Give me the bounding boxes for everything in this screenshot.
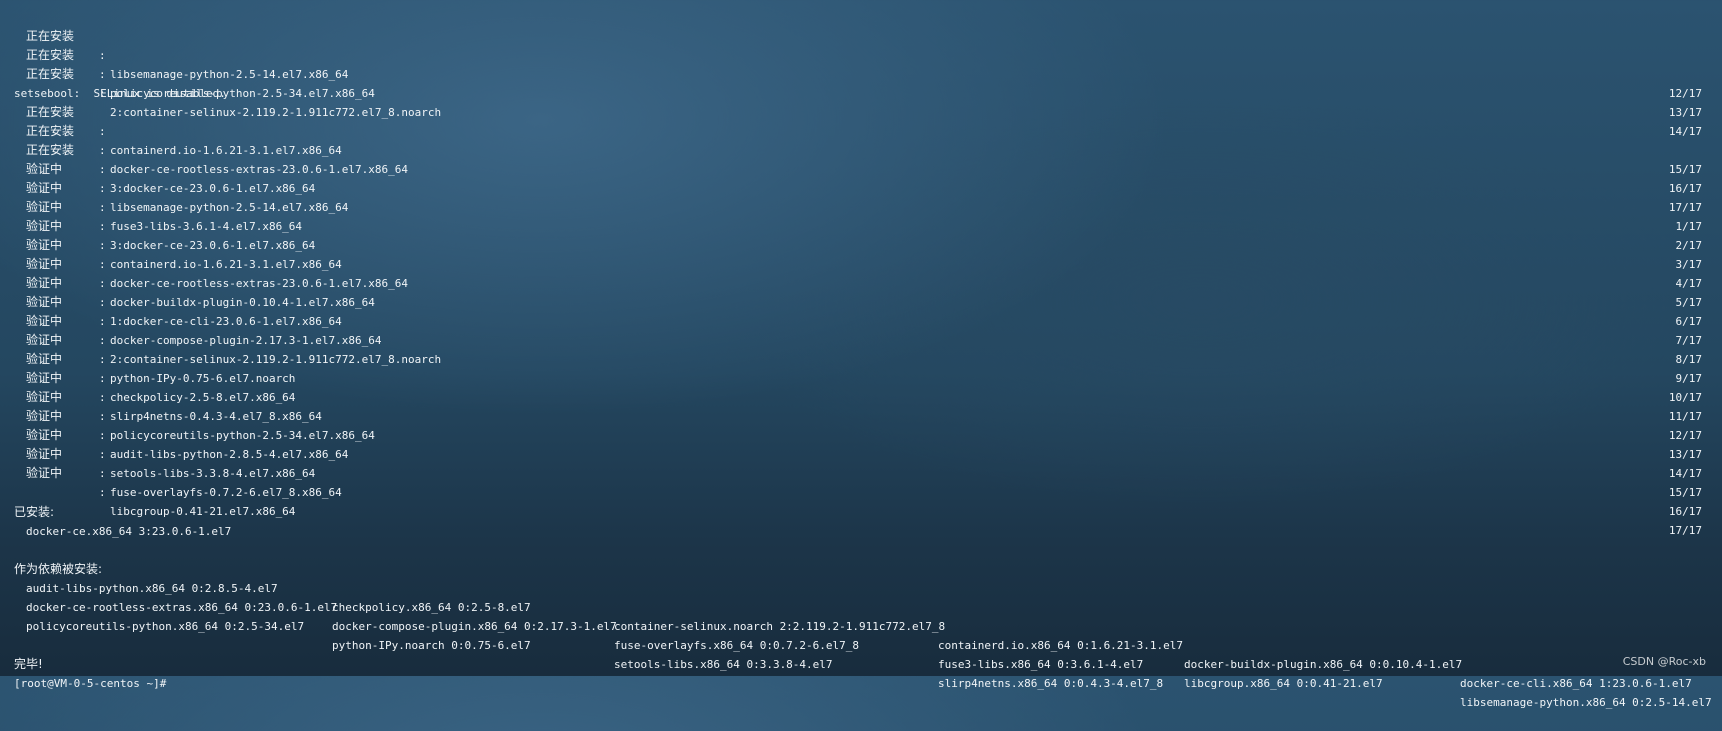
log-line: 正在安装 : 3:docker-ce-23.0.6-1.el7.x86_64 1… xyxy=(0,122,1722,214)
log-line: 验证中 : docker-compose-plugin-2.17.3-1.el7… xyxy=(0,274,1722,366)
log-line: 正在安装 : 2:container-selinux-2.119.2-1.911… xyxy=(0,46,1722,138)
log-line: 验证中 : setools-libs-3.3.8-4.el7.x86_64 15… xyxy=(0,407,1722,499)
log-package: setools-libs-3.3.8-4.el7.x86_64 xyxy=(110,467,316,480)
dependency-item: libsemanage-python.x86_64 0:2.5-14.el7 xyxy=(1460,696,1712,709)
csdn-watermark: CSDN @Roc-xb xyxy=(1622,655,1706,668)
done-line: 完毕! xyxy=(0,636,1722,671)
dependency-row: policycoreutils-python.x86_64 0:2.5-34.e… xyxy=(0,598,1722,690)
log-line: 正在安装 : docker-ce-rootless-extras-23.0.6-… xyxy=(0,103,1722,195)
shell-prompt[interactable]: [root@VM-0-5-centos ~]# xyxy=(14,674,166,693)
dependency-item: libcgroup.x86_64 0:0.41-21.el7 xyxy=(1184,677,1383,690)
log-line: 验证中 : python-IPy-0.75-6.el7.noarch 10/17 xyxy=(0,312,1722,404)
log-line: 验证中 : containerd.io-1.6.21-3.1.el7.x86_6… xyxy=(0,198,1722,290)
log-line: 验证中 : fuse3-libs-3.6.1-4.el7.x86_64 2/17 xyxy=(0,160,1722,252)
log-line: 验证中 : audit-libs-python-2.8.5-4.el7.x86_… xyxy=(0,388,1722,480)
dependency-row: audit-libs-python.x86_64 0:2.8.5-4.el7 c… xyxy=(0,560,1722,690)
log-line-plain: setsebool: SELinux is disabled. xyxy=(0,65,1722,100)
dependency-row: docker-ce-rootless-extras.x86_64 0:23.0.… xyxy=(0,579,1722,709)
prompt-line[interactable]: [root@VM-0-5-centos ~]# xyxy=(0,655,1722,690)
log-progress: 14/17 xyxy=(1668,467,1702,480)
log-line: 验证中 : docker-buildx-plugin-0.10.4-1.el7.… xyxy=(0,236,1722,328)
log-line: 验证中 : 3:docker-ce-23.0.6-1.el7.x86_64 3/… xyxy=(0,179,1722,271)
log-line: 验证中 : policycoreutils-python-2.5-34.el7.… xyxy=(0,369,1722,461)
log-line: 验证中 : 1:docker-ce-cli-23.0.6-1.el7.x86_6… xyxy=(0,255,1722,347)
log-progress: 17/17 xyxy=(1668,524,1702,537)
installed-section: 已安装: xyxy=(0,484,1722,519)
log-line: 正在安装 : containerd.io-1.6.21-3.1.el7.x86_… xyxy=(0,84,1722,176)
terminal-window[interactable]: 正在安装 : libsemanage-python-2.5-14.el7.x86… xyxy=(0,0,1722,709)
log-line: 验证中 : libcgroup-0.41-21.el7.x86_64 17/17 xyxy=(0,445,1722,537)
dependency-item: docker-ce-cli.x86_64 1:23.0.6-1.el7 xyxy=(1460,677,1692,690)
log-status: 验证中 xyxy=(26,466,63,480)
dependencies-section: 作为依赖被安装: xyxy=(0,541,1722,576)
log-line: 验证中 : 2:container-selinux-2.119.2-1.911c… xyxy=(0,293,1722,385)
log-line: 验证中 : docker-ce-rootless-extras-23.0.6-1… xyxy=(0,217,1722,309)
log-line: 验证中 : fuse-overlayfs-0.7.2-6.el7_8.x86_6… xyxy=(0,426,1722,518)
log-line: 正在安装 : policycoreutils-python-2.5-34.el7… xyxy=(0,27,1722,119)
installed-list: docker-ce.x86_64 3:23.0.6-1.el7 xyxy=(0,503,1722,538)
dependency-item: slirp4netns.x86_64 0:0.4.3-4.el7_8 xyxy=(938,677,1164,690)
log-line: 验证中 : libsemanage-python-2.5-14.el7.x86_… xyxy=(0,141,1722,233)
dependency-item: container-selinux.noarch 2:2.119.2-1.911… xyxy=(614,620,946,633)
installed-item: docker-ce.x86_64 3:23.0.6-1.el7 xyxy=(26,525,232,538)
log-colon: : xyxy=(99,467,106,480)
log-line: 验证中 : checkpolicy-2.5-8.el7.x86_64 11/17 xyxy=(0,331,1722,423)
dependency-item: docker-compose-plugin.x86_64 0:2.17.3-1.… xyxy=(332,620,617,633)
dependency-item: policycoreutils-python.x86_64 0:2.5-34.e… xyxy=(26,620,305,633)
log-line: 验证中 : slirp4netns-0.4.3-4.el7_8.x86_64 1… xyxy=(0,350,1722,442)
log-line: 正在安装 : libsemanage-python-2.5-14.el7.x86… xyxy=(0,8,1722,100)
